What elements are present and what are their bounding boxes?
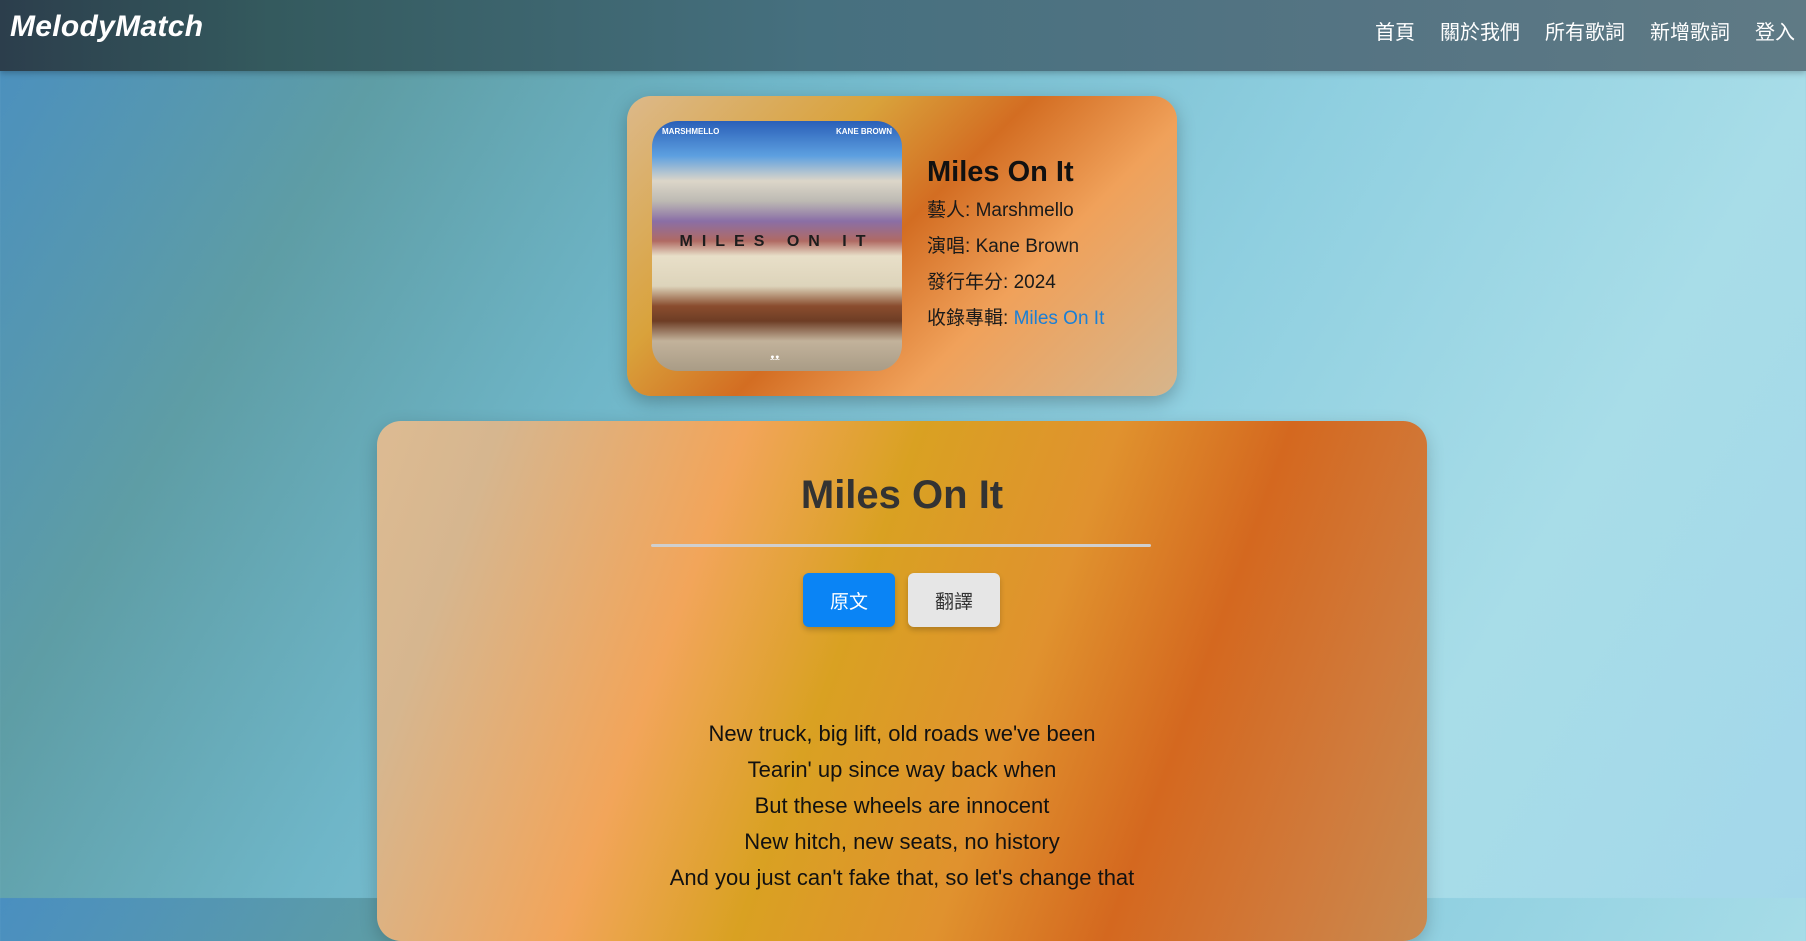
lyric-line: But these wheels are innocent <box>754 793 1050 818</box>
nav-link-about[interactable]: 關於我們 <box>1440 16 1520 45</box>
nav-links: 首頁 關於我們 所有歌詞 新增歌詞 登入 <box>1375 16 1806 45</box>
artist-line: 藝人: Marshmello <box>927 195 1104 222</box>
singer-name: Kane Brown <box>975 236 1080 257</box>
divider <box>651 544 1151 547</box>
lyrics-panel: Miles On It 原文 翻譯 New truck, big lift, o… <box>377 421 1427 941</box>
singer-line: 演唱: Kane Brown <box>927 231 1104 258</box>
year-line: 發行年分: 2024 <box>927 267 1104 294</box>
nav-link-add-lyrics[interactable]: 新增歌詞 <box>1650 16 1730 45</box>
brand-logo[interactable]: MelodyMatch <box>10 10 203 44</box>
cover-title-text: MILES ON IT <box>679 233 875 250</box>
album-line: 收錄專輯: Miles On It <box>927 303 1104 330</box>
artist-name: Marshmello <box>975 200 1074 221</box>
cover-marshmello-icon: ᴥᴥ <box>770 353 780 362</box>
album-cover-image: MARSHMELLO KANE BROWN MILES ON IT ᴥᴥ <box>652 121 902 371</box>
navbar: MelodyMatch 首頁 關於我們 所有歌詞 新增歌詞 登入 <box>0 0 1806 71</box>
translation-button[interactable]: 翻譯 <box>908 573 1000 627</box>
lyrics-title: Miles On It <box>800 473 1004 517</box>
lyric-line: Tearin' up since way back when <box>747 757 1057 782</box>
song-title: Miles On It <box>927 156 1074 188</box>
cover-artist-label: MARSHMELLO <box>662 127 720 136</box>
nav-link-home[interactable]: 首頁 <box>1375 16 1415 45</box>
lyric-line: And you just can't fake that, so let's c… <box>669 865 1135 890</box>
singer-label: 演唱: <box>927 236 976 257</box>
original-lyrics-button[interactable]: 原文 <box>803 573 895 627</box>
lyric-line: New hitch, new seats, no history <box>744 829 1060 854</box>
song-info-card: MARSHMELLO KANE BROWN MILES ON IT ᴥᴥ Mil… <box>627 96 1177 396</box>
release-year: 2024 <box>1013 272 1056 293</box>
lyrics-body: New truck, big lift, old roads we've bee… <box>377 716 1427 896</box>
nav-link-login[interactable]: 登入 <box>1755 16 1795 45</box>
year-label: 發行年分: <box>927 272 1014 293</box>
artist-label: 藝人: <box>927 200 976 221</box>
lyric-line: New truck, big lift, old roads we've bee… <box>708 721 1096 746</box>
song-details: Miles On It 藝人: Marshmello 演唱: Kane Brow… <box>927 156 1104 339</box>
nav-link-all-lyrics[interactable]: 所有歌詞 <box>1545 16 1625 45</box>
cover-featured-label: KANE BROWN <box>836 127 892 136</box>
album-link[interactable]: Miles On It <box>1014 308 1105 329</box>
album-label: 收錄專輯: <box>927 308 1014 329</box>
